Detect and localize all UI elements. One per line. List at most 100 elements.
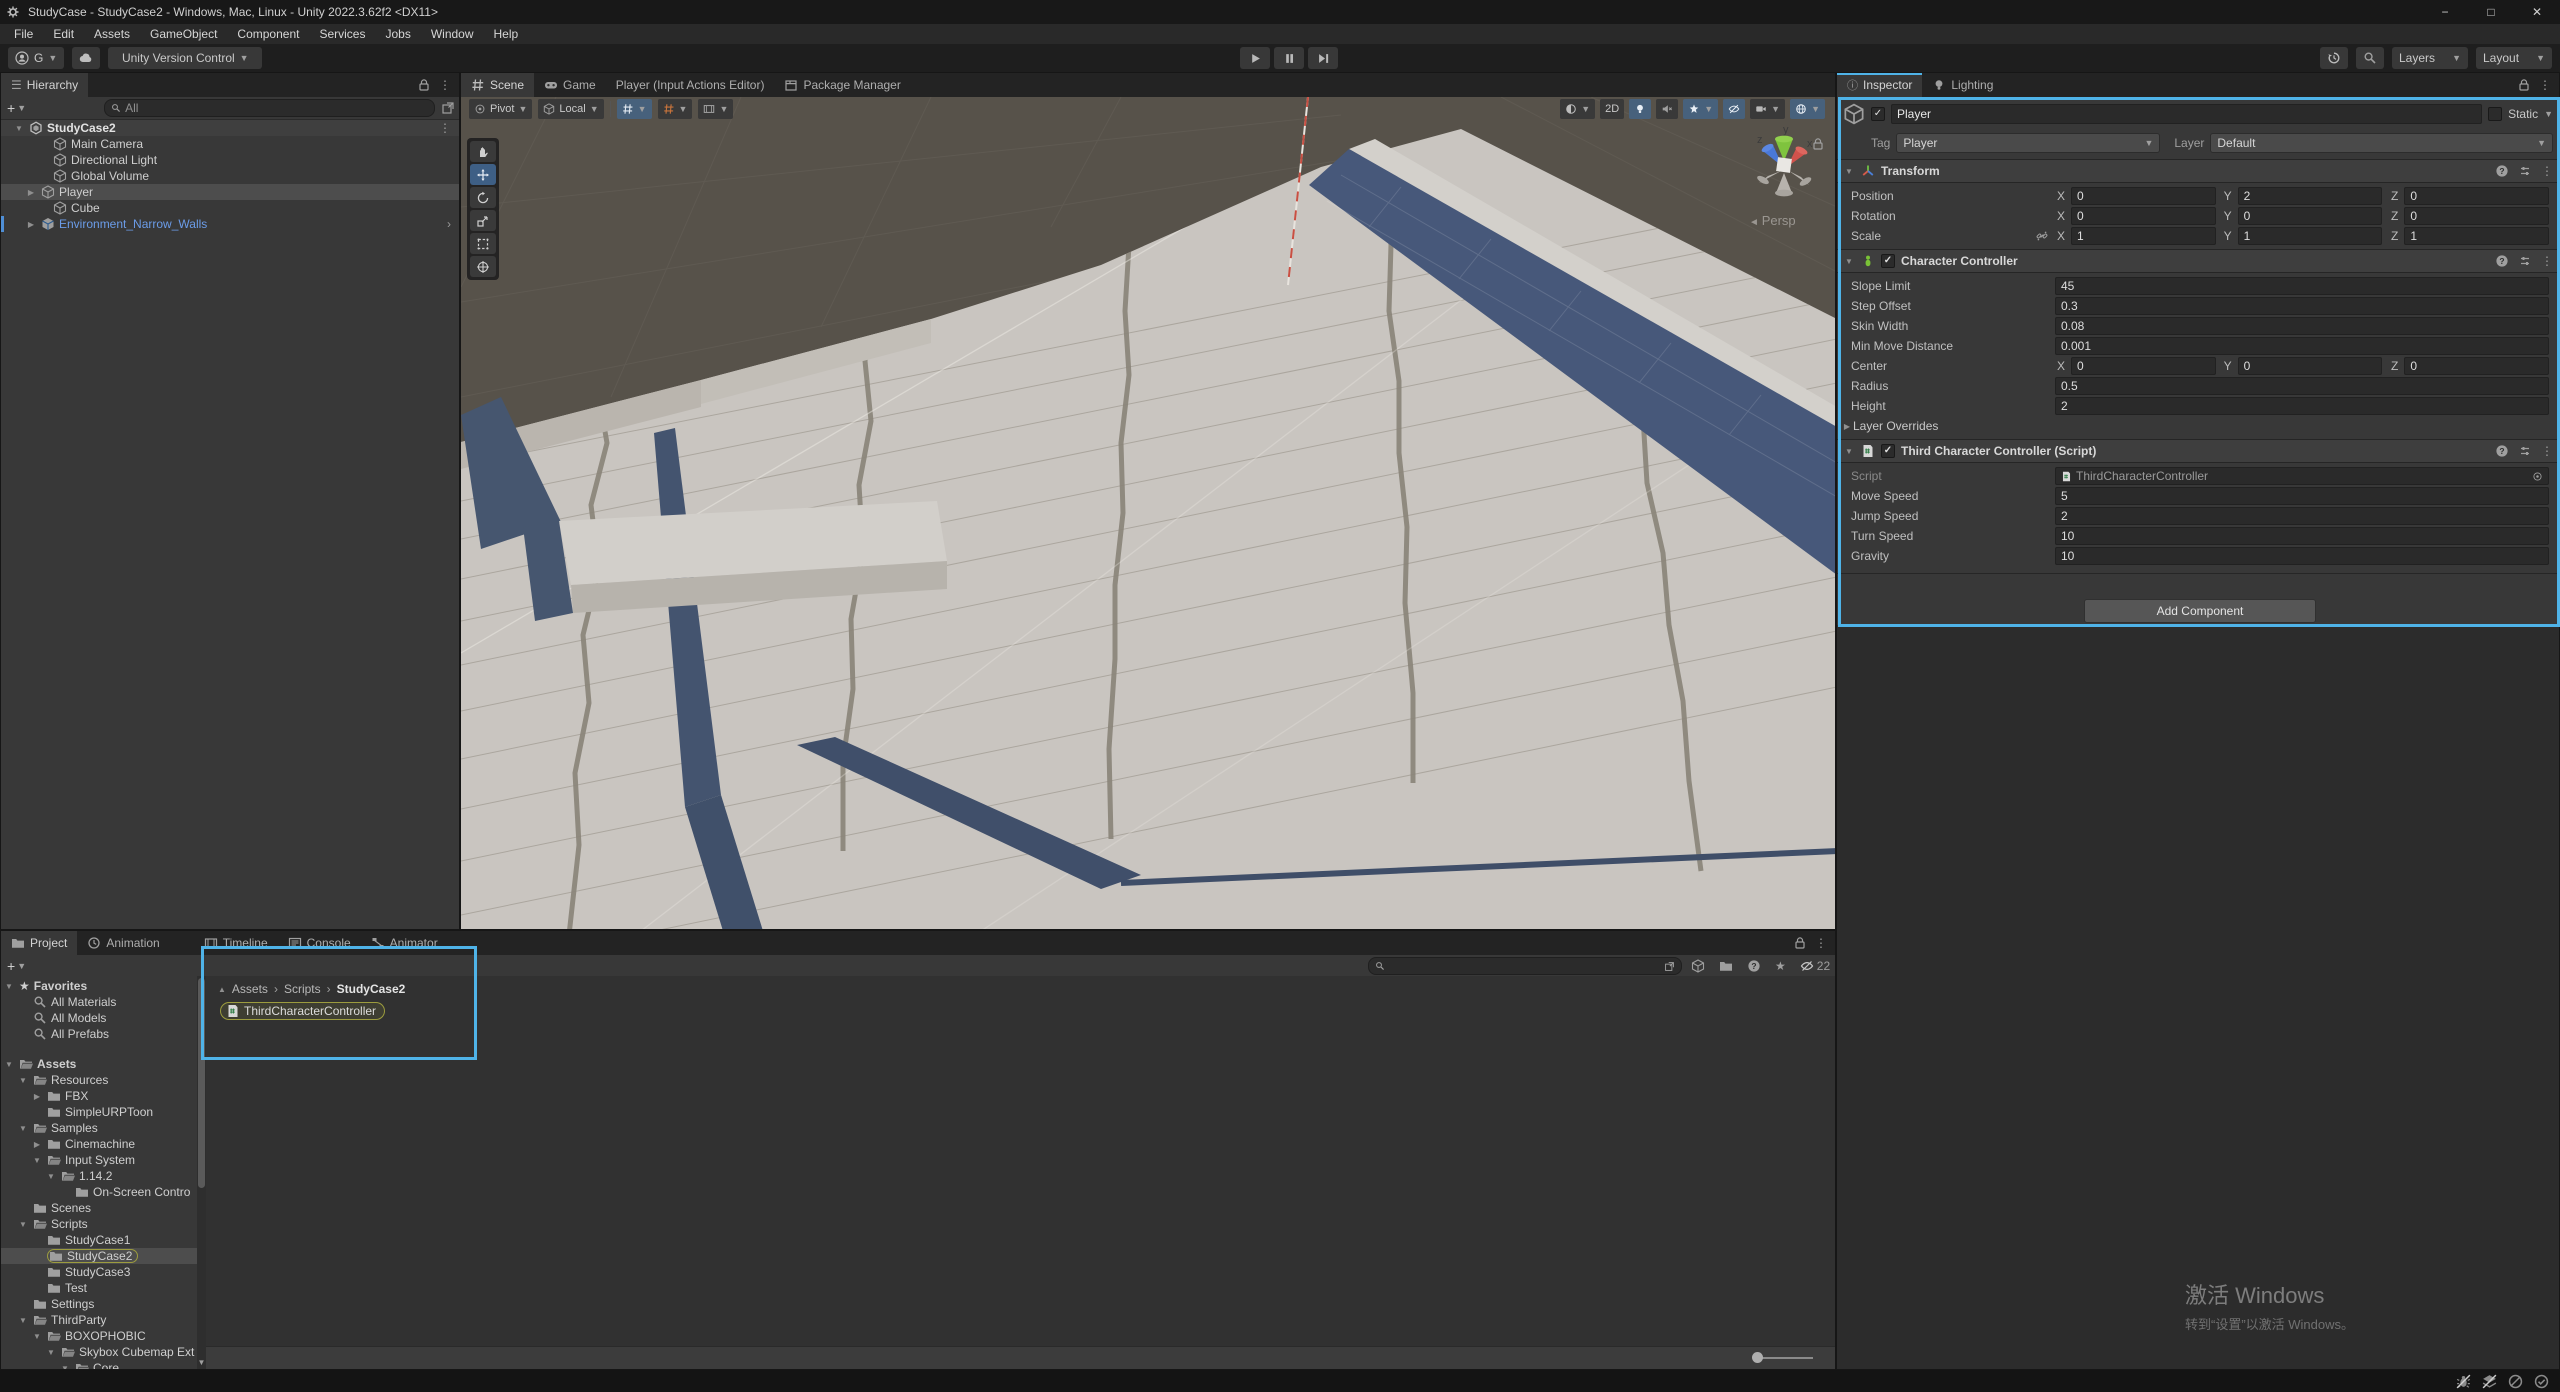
scale-y-input[interactable]: 1 — [2238, 227, 2383, 245]
menu-edit[interactable]: Edit — [43, 24, 84, 44]
tab-lighting[interactable]: Lighting — [1922, 73, 2003, 97]
icon-size-slider-track[interactable] — [1755, 1357, 1813, 1359]
hidden-count-eye-icon[interactable] — [1800, 959, 1814, 973]
scale-tool[interactable] — [470, 210, 496, 231]
menu-help[interactable]: Help — [484, 24, 529, 44]
icon-size-slider-handle[interactable] — [1752, 1352, 1763, 1363]
menu-window[interactable]: Window — [421, 24, 484, 44]
position-y-input[interactable]: 2 — [2238, 187, 2383, 205]
gameobject-icon[interactable] — [1843, 103, 1865, 125]
presets-icon[interactable] — [2518, 164, 2532, 178]
search-all-button[interactable] — [2356, 47, 2384, 69]
menu-gameobject[interactable]: GameObject — [140, 24, 227, 44]
tree-folder-studycase2-selected[interactable]: StudyCase2 — [1, 1248, 197, 1264]
script-component-header[interactable]: ▼ ✓ Third Character Controller (Script) … — [1837, 439, 2559, 463]
tree-folder[interactable]: ▼ Input System — [1, 1152, 197, 1168]
lighting-toggle[interactable] — [1629, 99, 1651, 119]
component-enabled-checkbox[interactable]: ✓ — [1881, 444, 1895, 458]
project-tree-scrollbar[interactable]: ▼ — [197, 976, 206, 1369]
foldout-arrow-icon[interactable]: ▶ — [25, 188, 37, 197]
add-component-button[interactable]: Add Component — [2084, 599, 2316, 623]
link-scale-icon[interactable] — [2035, 229, 2049, 243]
kebab-menu-icon[interactable]: ⋮ — [2539, 78, 2551, 92]
skin-width-input[interactable]: 0.08 — [2055, 317, 2549, 335]
transform-header[interactable]: ▼ Transform ⋮ — [1837, 159, 2559, 183]
hierarchy-item[interactable]: Global Volume — [1, 168, 459, 184]
kebab-menu-icon[interactable]: ⋮ — [2541, 164, 2553, 178]
camera-settings-dropdown[interactable]: ▼ — [1750, 99, 1785, 119]
height-input[interactable]: 2 — [2055, 397, 2549, 415]
layer-dropdown[interactable]: Default ▼ — [2210, 133, 2553, 153]
view-hand-tool[interactable] — [470, 141, 496, 162]
move-snap-toggle[interactable]: ▼ — [698, 99, 733, 119]
gravity-input[interactable]: 10 — [2055, 547, 2549, 565]
foldout-arrow-icon[interactable]: ▼ — [1843, 257, 1855, 266]
lock-icon[interactable] — [417, 78, 431, 92]
tree-folder[interactable]: ▼ Skybox Cubemap Ext — [1, 1344, 197, 1360]
scene-visibility-icon[interactable] — [441, 101, 455, 115]
help-icon[interactable] — [2495, 444, 2509, 458]
open-prefab-chevron-icon[interactable]: › — [447, 217, 451, 231]
help-icon[interactable] — [2495, 164, 2509, 178]
center-z-input[interactable]: 0 — [2404, 357, 2549, 375]
maximize-button[interactable]: □ — [2468, 0, 2514, 24]
tree-folder[interactable]: Scenes — [1, 1200, 197, 1216]
shading-mode-dropdown[interactable]: ▼ — [1560, 99, 1595, 119]
menu-component[interactable]: Component — [227, 24, 309, 44]
layer-overrides-foldout[interactable]: ▶ Layer Overrides — [1837, 416, 2559, 436]
search-by-label-icon[interactable] — [1719, 959, 1733, 973]
tab-console[interactable]: Console — [278, 931, 361, 955]
tree-folder[interactable]: ▼ Samples — [1, 1120, 197, 1136]
create-button[interactable]: + — [5, 100, 17, 116]
increment-snap-toggle[interactable]: ▼ — [658, 99, 693, 119]
hierarchy-search-input[interactable]: All — [104, 99, 435, 117]
turn-speed-input[interactable]: 10 — [2055, 527, 2549, 545]
hierarchy-item[interactable]: Cube — [1, 200, 459, 216]
menu-jobs[interactable]: Jobs — [375, 24, 420, 44]
minimize-button[interactable]: − — [2422, 0, 2468, 24]
hierarchy-item-prefab[interactable]: ▶ Environment_Narrow_Walls › — [1, 216, 459, 232]
radius-input[interactable]: 0.5 — [2055, 377, 2549, 395]
chevron-down-icon[interactable]: ▼ — [17, 961, 26, 971]
move-speed-input[interactable]: 5 — [2055, 487, 2549, 505]
tab-game[interactable]: Game — [534, 73, 606, 97]
lock-icon[interactable] — [1793, 936, 1807, 950]
position-z-input[interactable]: 0 — [2404, 187, 2549, 205]
center-y-input[interactable]: 0 — [2238, 357, 2383, 375]
tree-folder[interactable]: ▼ ThirdParty — [1, 1312, 197, 1328]
active-checkbox[interactable]: ✓ — [1871, 107, 1885, 121]
search-by-type-icon[interactable] — [1691, 959, 1705, 973]
foldout-arrow-icon[interactable]: ▼ — [1843, 447, 1855, 456]
foldout-arrow-icon[interactable]: ▼ — [1843, 167, 1855, 176]
favorites-item[interactable]: All Prefabs — [1, 1026, 197, 1042]
pivot-toggle[interactable]: Pivot ▼ — [469, 99, 532, 119]
step-offset-input[interactable]: 0.3 — [2055, 297, 2549, 315]
kebab-menu-icon[interactable]: ⋮ — [439, 121, 451, 135]
favorites-item[interactable]: All Models — [1, 1010, 197, 1026]
tab-project[interactable]: Project — [1, 931, 77, 955]
tree-folder-assets[interactable]: ▼ Assets — [1, 1056, 197, 1072]
scale-x-input[interactable]: 1 — [2071, 227, 2216, 245]
foldout-arrow-icon[interactable]: ▼ — [13, 124, 25, 133]
undo-history-button[interactable] — [2320, 47, 2348, 69]
favorites-item[interactable]: All Materials — [1, 994, 197, 1010]
breadcrumb-studycase2[interactable]: StudyCase2 — [337, 982, 406, 996]
tree-folder[interactable]: Test — [1, 1280, 197, 1296]
project-search-input[interactable] — [1368, 957, 1682, 975]
tab-hierarchy[interactable]: ☰ Hierarchy — [1, 73, 88, 97]
rotation-y-input[interactable]: 0 — [2238, 207, 2383, 225]
menu-file[interactable]: File — [4, 24, 43, 44]
tree-folder[interactable]: ▼ Core — [1, 1360, 197, 1369]
projection-mode-label[interactable]: ◄ Persp — [1749, 213, 1796, 228]
rect-tool[interactable] — [470, 233, 496, 254]
audio-toggle[interactable] — [1656, 99, 1678, 119]
gameobject-name-field[interactable]: Player — [1891, 104, 2482, 124]
position-x-input[interactable]: 0 — [2071, 187, 2216, 205]
scene-viewport[interactable]: Pivot ▼ Local ▼ ▼ ▼ — [461, 97, 1835, 929]
jump-speed-input[interactable]: 2 — [2055, 507, 2549, 525]
presets-icon[interactable] — [2518, 444, 2532, 458]
kebab-menu-icon[interactable]: ⋮ — [439, 78, 451, 92]
collapse-arrow-icon[interactable]: ▲ — [218, 985, 226, 994]
kebab-menu-icon[interactable]: ⋮ — [2541, 444, 2553, 458]
min-move-distance-input[interactable]: 0.001 — [2055, 337, 2549, 355]
